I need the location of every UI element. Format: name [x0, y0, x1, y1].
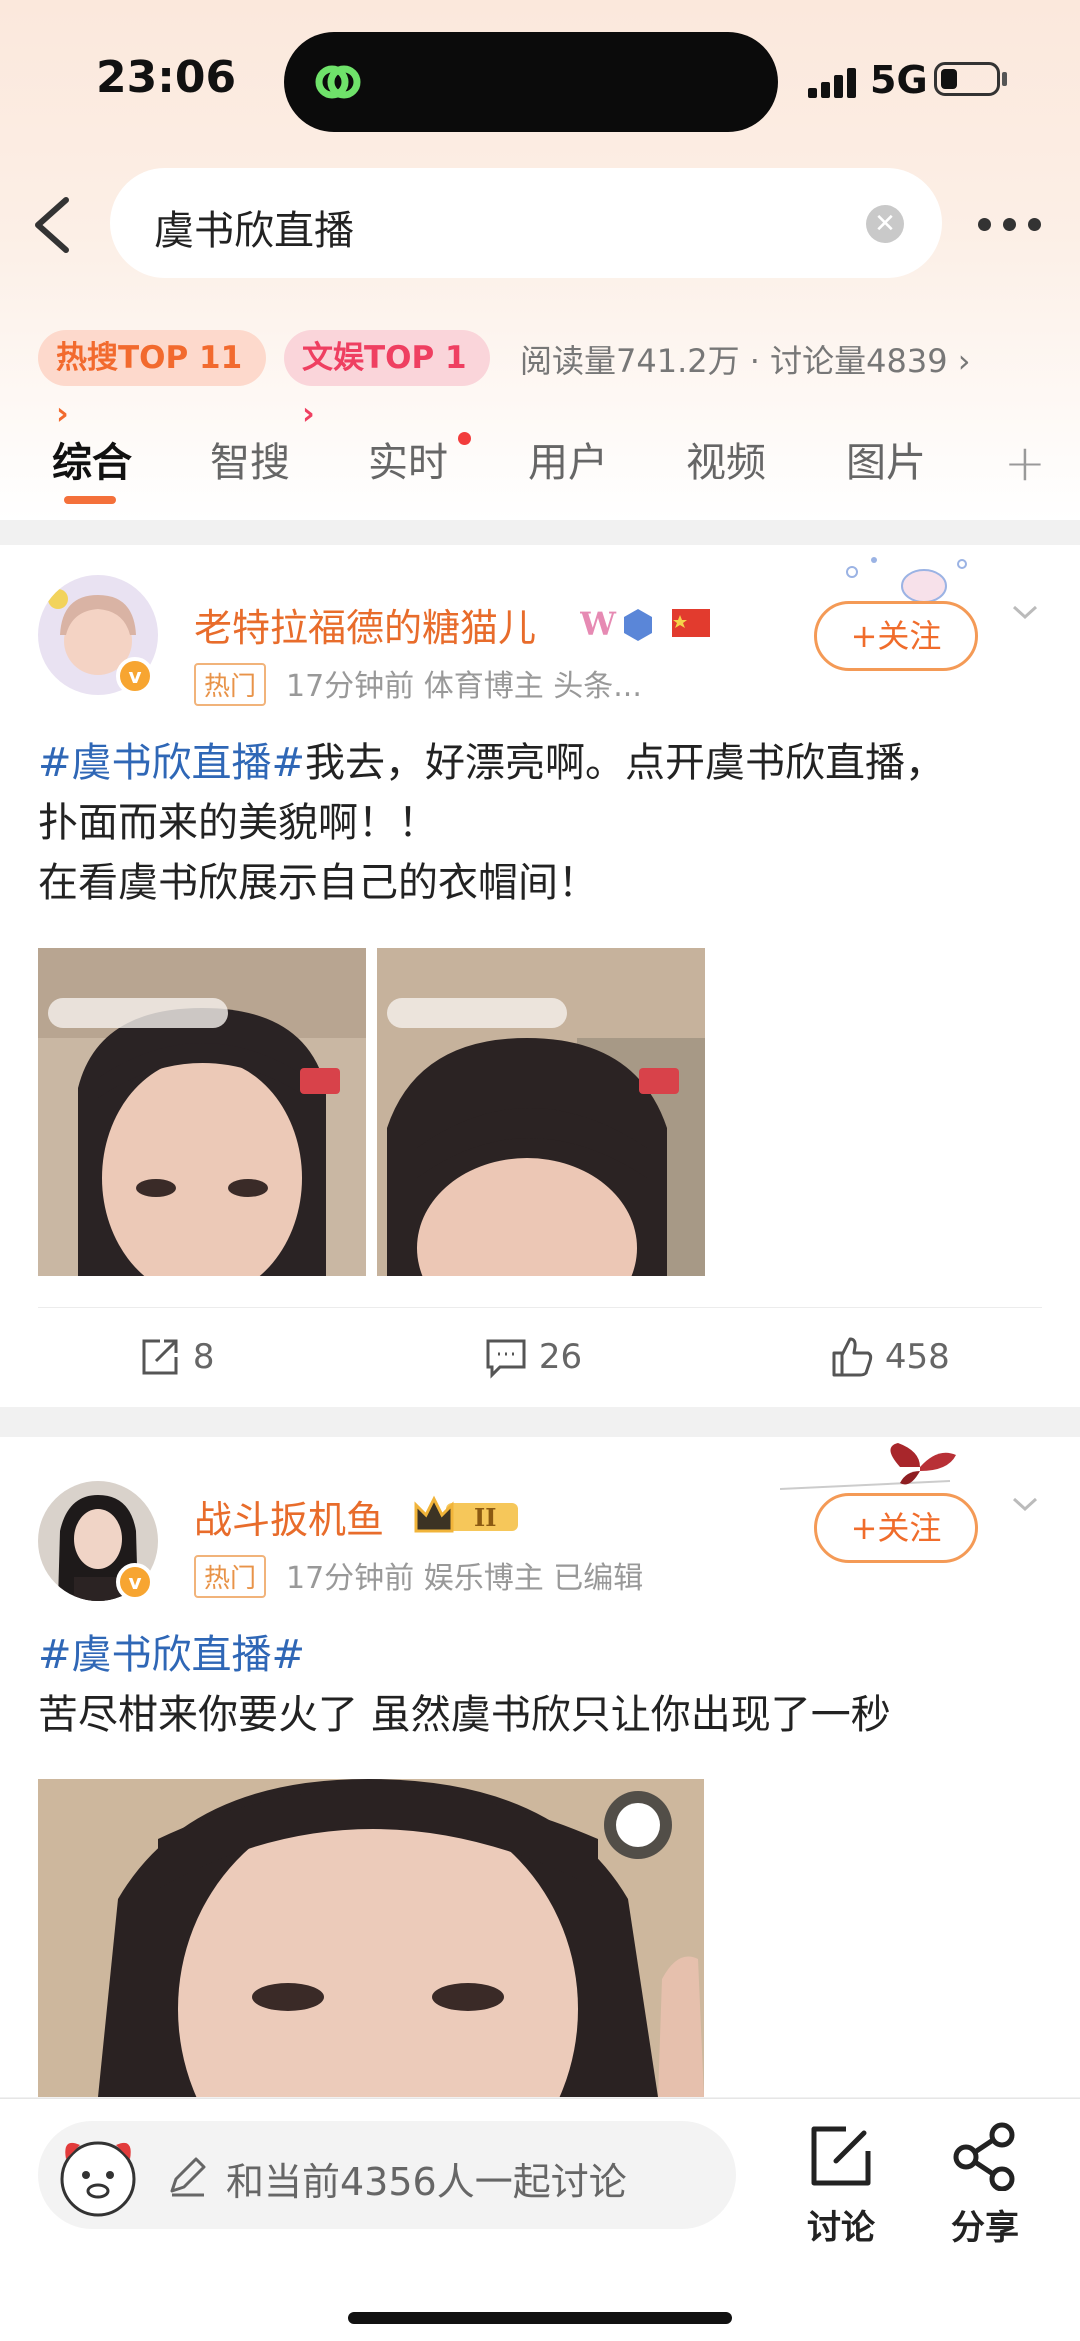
battery-tip: [1002, 72, 1007, 86]
search-query: 虞书欣直播: [154, 208, 354, 254]
active-tab-indicator: [64, 496, 116, 504]
tab-smart-search[interactable]: 智搜: [210, 430, 290, 488]
like-count: 458: [884, 1337, 950, 1377]
follow-button[interactable]: +关注: [814, 1493, 978, 1563]
post-card: v 战斗扳机鱼 II 热门 17分钟前 娱乐博主 已编辑 +关注 #虞书欣直播#…: [0, 1437, 1080, 2097]
post-card: v 老特拉福德的糖猫儿 W 热门 17分钟前 体育博主 头条... +关注 #虞…: [0, 545, 1080, 1407]
share-count: 8: [192, 1337, 215, 1377]
topic-link[interactable]: #虞书欣直播#: [38, 740, 305, 786]
share-button[interactable]: 分享: [940, 2121, 1030, 2249]
divider: [38, 1307, 1042, 1308]
topic-link[interactable]: #虞书欣直播#: [38, 1625, 1048, 1685]
more-options-icon[interactable]: [978, 218, 1042, 232]
post-image[interactable]: [38, 1779, 704, 2097]
dynamic-island: [284, 32, 778, 132]
post-meta: 17分钟前 娱乐博主 已编辑: [286, 1561, 644, 1596]
post-line: 苦尽柑来你要火了 虽然虞书欣只让你出现了一秒: [38, 1692, 891, 1738]
search-tabs: 综合 智搜 实时 用户 视频 图片: [0, 420, 1080, 516]
post-text: #虞书欣直播#我去，好漂亮啊。点开虞书欣直播， 扑面而来的美貌啊！！ 在看虞书欣…: [38, 733, 1048, 913]
bottom-bar: 和当前4356人一起讨论 讨论 分享: [0, 2098, 1080, 2341]
realtime-notification-dot: [458, 432, 471, 445]
pen-icon: [170, 2157, 206, 2197]
post-meta: 17分钟前 体育博主 头条...: [286, 669, 642, 704]
post-image[interactable]: [377, 948, 705, 1276]
svg-text:II: II: [474, 1503, 496, 1532]
share-label: 分享: [951, 2208, 1019, 2248]
post-line: 我去，好漂亮啊。点开虞书欣直播，: [305, 740, 946, 786]
verified-badge: v: [116, 657, 154, 695]
like-action[interactable]: 458: [830, 1335, 950, 1385]
svg-text:W: W: [580, 605, 617, 643]
thumbs-up-icon: [832, 1337, 873, 1377]
hot-search-rank-badge[interactable]: 热搜TOP 11 ›: [38, 330, 266, 432]
back-arrow-icon[interactable]: [24, 190, 80, 260]
comment-count: 26: [538, 1337, 583, 1377]
compose-input[interactable]: 和当前4356人一起讨论: [38, 2121, 736, 2229]
comment-action[interactable]: 26: [484, 1335, 582, 1385]
post-line: 扑面而来的美貌啊！！: [38, 800, 438, 846]
share-icon: [142, 1339, 178, 1375]
clear-icon[interactable]: ✕: [866, 205, 904, 243]
discuss-label: 讨论: [807, 2208, 875, 2248]
app-link-icon: [315, 65, 361, 99]
post-image[interactable]: [38, 948, 366, 1276]
tab-videos[interactable]: 视频: [686, 430, 766, 488]
add-tab-icon[interactable]: +: [1004, 434, 1046, 492]
discuss-button[interactable]: 讨论: [796, 2121, 886, 2249]
post-line: 在看虞书欣展示自己的衣帽间！: [38, 860, 598, 906]
chevron-down-icon[interactable]: [1010, 597, 1040, 627]
comment-icon: [486, 1339, 526, 1379]
home-indicator: [348, 2312, 732, 2324]
tab-users[interactable]: 用户: [528, 430, 608, 488]
user-medals-icon: W: [580, 605, 710, 643]
tab-images[interactable]: 图片: [846, 430, 926, 488]
entertainment-rank-badge[interactable]: 文娱TOP 1 ›: [284, 330, 490, 432]
share-nodes-icon: [953, 2122, 1015, 2192]
verified-badge: v: [116, 1563, 154, 1601]
hot-badge: 热门: [194, 663, 267, 706]
mascot-avatar-icon: [60, 2141, 136, 2217]
compose-placeholder: 和当前4356人一起讨论: [226, 2160, 627, 2204]
edit-icon: [811, 2126, 871, 2186]
tab-comprehensive[interactable]: 综合: [52, 430, 132, 488]
follow-button[interactable]: +关注: [814, 601, 978, 671]
username[interactable]: 老特拉福德的糖猫儿: [194, 597, 536, 652]
share-action[interactable]: 8: [138, 1335, 214, 1385]
battery-icon: [934, 62, 1000, 96]
status-time: 23:06: [96, 52, 237, 103]
read-discuss-stats[interactable]: 阅读量741.2万 · 讨论量4839 ›: [520, 336, 971, 382]
username[interactable]: 战斗扳机鱼: [194, 1489, 384, 1544]
post-text: #虞书欣直播# 苦尽柑来你要火了 虽然虞书欣只让你出现了一秒: [38, 1625, 1048, 1745]
network-label: 5G: [870, 58, 928, 102]
signal-icon: [808, 66, 860, 98]
chevron-down-icon[interactable]: [1010, 1489, 1040, 1519]
crown-level-icon: II: [414, 1495, 518, 1533]
tab-realtime[interactable]: 实时: [368, 430, 448, 488]
hot-badge: 热门: [194, 1555, 267, 1598]
search-input[interactable]: 虞书欣直播 ✕: [110, 168, 942, 278]
